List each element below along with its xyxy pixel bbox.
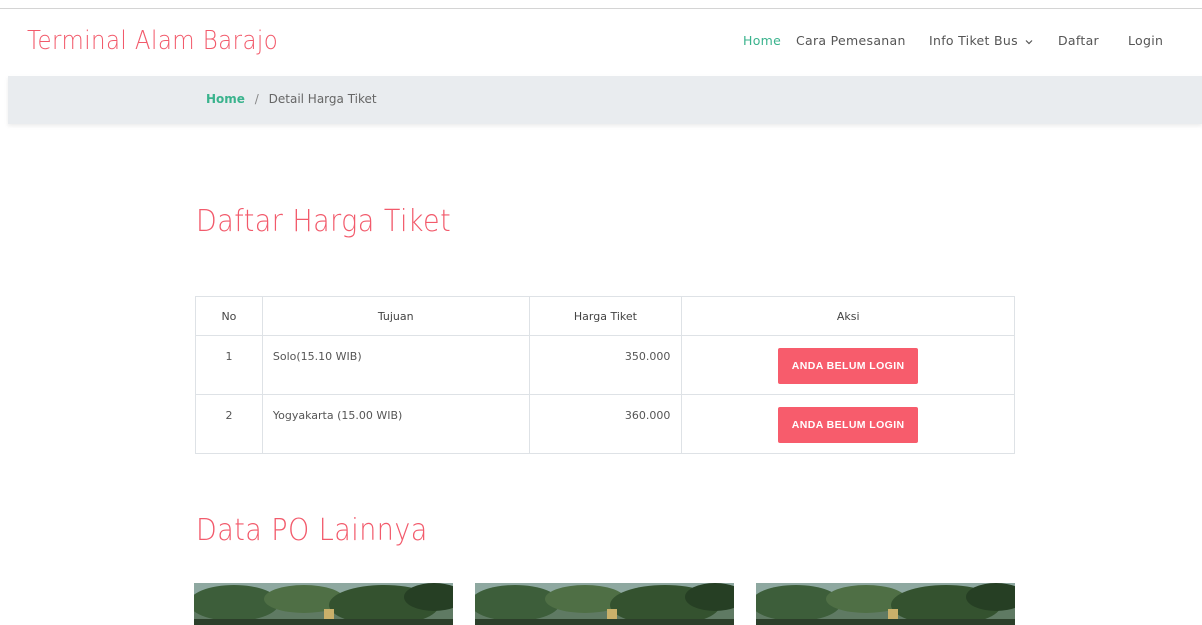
not-logged-in-button[interactable]: ANDA BELUM LOGIN (778, 407, 919, 443)
nav-info-tiket-bus[interactable]: Info Tiket Bus (929, 33, 1034, 48)
main-nav: Home Cara Pemesanan Info Tiket Bus Dafta… (0, 33, 1202, 53)
table-row: 2 Yogyakarta (15.00 WIB) 360.000 ANDA BE… (195, 394, 1015, 454)
breadcrumb: Home / Detail Harga Tiket (206, 92, 377, 106)
cell-tujuan: Solo(15.10 WIB) (261, 335, 530, 395)
po-card-image[interactable] (756, 583, 1015, 625)
cell-no: 1 (195, 335, 263, 395)
bus-photo-image (756, 583, 1015, 625)
nav-info-tiket-bus-label: Info Tiket Bus (929, 33, 1018, 48)
breadcrumb-bar: Home / Detail Harga Tiket (8, 76, 1202, 124)
breadcrumb-separator: / (254, 92, 259, 106)
po-card-image[interactable] (475, 583, 734, 625)
col-header-tujuan: Tujuan (261, 296, 530, 336)
breadcrumb-home[interactable]: Home (206, 92, 245, 106)
top-border (0, 0, 1202, 9)
other-po-title: Data PO Lainnya (196, 513, 428, 548)
bus-photo-image (475, 583, 734, 625)
site-header: Terminal Alam Barajo Home Cara Pemesanan… (0, 10, 1202, 76)
price-table: No Tujuan Harga Tiket Aksi 1 Solo(15.10 … (195, 296, 1015, 454)
table-header-row: No Tujuan Harga Tiket Aksi (195, 296, 1015, 336)
nav-cara-pemesanan[interactable]: Cara Pemesanan (796, 33, 906, 48)
col-header-aksi: Aksi (681, 296, 1015, 336)
cell-no: 2 (195, 394, 263, 454)
chevron-down-icon (1025, 39, 1033, 44)
col-header-no: No (195, 296, 263, 336)
cell-aksi: ANDA BELUM LOGIN (681, 394, 1015, 454)
price-list-title: Daftar Harga Tiket (196, 204, 452, 239)
table-row: 1 Solo(15.10 WIB) 350.000 ANDA BELUM LOG… (195, 335, 1015, 395)
nav-login[interactable]: Login (1128, 33, 1163, 48)
cell-aksi: ANDA BELUM LOGIN (681, 335, 1015, 395)
not-logged-in-button[interactable]: ANDA BELUM LOGIN (778, 348, 919, 384)
col-header-harga: Harga Tiket (528, 296, 683, 336)
nav-home[interactable]: Home (743, 33, 781, 48)
cell-harga: 350.000 (528, 335, 683, 395)
cell-tujuan: Yogyakarta (15.00 WIB) (261, 394, 530, 454)
cell-harga: 360.000 (528, 394, 683, 454)
nav-daftar[interactable]: Daftar (1058, 33, 1099, 48)
bus-photo-image (194, 583, 453, 625)
breadcrumb-current: Detail Harga Tiket (268, 92, 377, 106)
po-card-image[interactable] (194, 583, 453, 625)
